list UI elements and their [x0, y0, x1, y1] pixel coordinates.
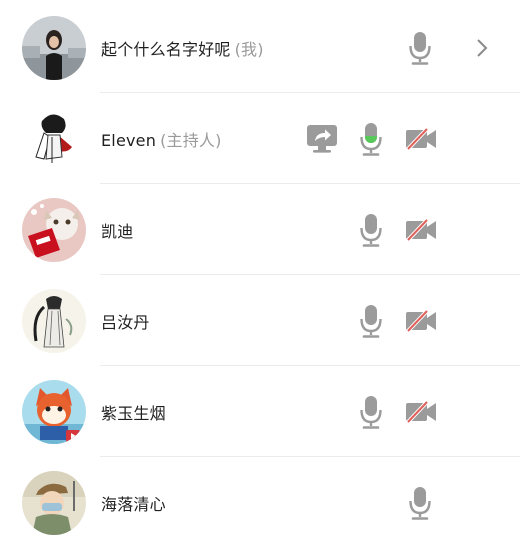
participant-row[interactable]: 紫玉生烟	[0, 366, 520, 457]
participant-name: 海落清心	[101, 494, 166, 514]
microphone-active-icon[interactable]	[360, 122, 382, 156]
participant-row-host[interactable]: Eleven (主持人)	[0, 93, 520, 184]
self-tag: (我)	[234, 39, 264, 59]
participant-name: Eleven (主持人)	[101, 130, 222, 150]
microphone-icon[interactable]	[360, 304, 382, 338]
participant-name: 吕汝丹	[101, 312, 150, 332]
participant-row-self[interactable]: 起个什么名字好呢 (我)	[0, 2, 520, 93]
avatar	[22, 197, 86, 262]
microphone-icon[interactable]	[360, 395, 382, 429]
microphone-icon[interactable]	[360, 213, 382, 247]
chevron-right-icon[interactable]	[476, 38, 488, 58]
participant-list: 起个什么名字好呢 (我) Eleven (主持人) 凯迪 吕汝丹 紫玉生烟 海落…	[0, 0, 520, 544]
avatar	[22, 106, 86, 171]
screen-share-icon[interactable]	[306, 124, 338, 154]
camera-off-icon[interactable]	[405, 127, 437, 150]
camera-off-icon[interactable]	[405, 400, 437, 423]
participant-name: 紫玉生烟	[101, 403, 166, 423]
microphone-icon[interactable]	[409, 31, 431, 65]
avatar	[22, 288, 86, 353]
participant-name: 凯迪	[101, 221, 134, 241]
participant-row[interactable]: 吕汝丹	[0, 275, 520, 366]
host-tag: (主持人)	[160, 130, 222, 150]
avatar	[22, 15, 86, 80]
camera-off-icon[interactable]	[405, 309, 437, 332]
avatar	[22, 379, 86, 444]
participant-row[interactable]: 凯迪	[0, 184, 520, 275]
avatar	[22, 470, 86, 535]
microphone-icon[interactable]	[409, 486, 431, 520]
camera-off-icon[interactable]	[405, 218, 437, 241]
participant-name: 起个什么名字好呢 (我)	[101, 39, 264, 59]
participant-row[interactable]: 海落清心	[0, 457, 520, 548]
